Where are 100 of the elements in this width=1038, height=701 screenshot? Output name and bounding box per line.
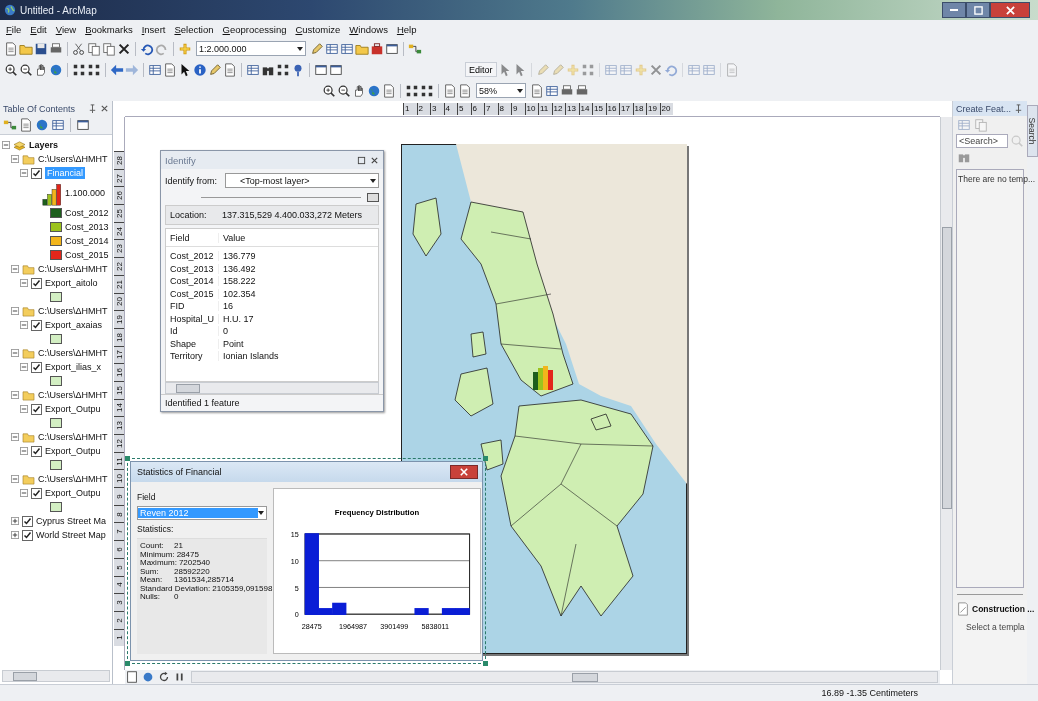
tree-label[interactable]: C:\Users\ΔΗΜΗΤ (38, 348, 108, 358)
tree-label[interactable]: Layers (29, 140, 59, 150)
resize-handle[interactable] (125, 661, 130, 666)
document-icon[interactable] (382, 83, 396, 98)
info-icon[interactable] (193, 62, 207, 77)
scrollbar[interactable] (191, 671, 938, 683)
hand-icon[interactable] (34, 62, 48, 77)
printer-icon[interactable] (49, 41, 63, 56)
squares-icon[interactable] (405, 83, 419, 98)
table-icon[interactable] (51, 118, 65, 132)
menu-item[interactable]: Edit (30, 24, 47, 36)
expand-icon[interactable] (11, 517, 19, 525)
tree-label[interactable]: C:\Users\ΔΗΜΗΤ (38, 154, 108, 164)
window-icon[interactable] (76, 118, 90, 132)
editor-menu-button[interactable]: Editor (465, 62, 497, 77)
checkbox[interactable] (31, 403, 42, 415)
copy-icon[interactable] (102, 41, 116, 56)
maximize-button[interactable] (966, 2, 990, 18)
tree-label[interactable]: Export_Outpu (45, 446, 101, 456)
collapse-icon[interactable] (11, 307, 19, 315)
connector-icon[interactable] (3, 118, 17, 132)
menu-item[interactable]: Windows (349, 24, 388, 36)
scrollbar[interactable] (2, 670, 110, 682)
squares-icon[interactable] (276, 62, 290, 77)
checkbox[interactable] (31, 361, 42, 373)
globe-icon[interactable] (35, 118, 49, 132)
printer-icon[interactable] (560, 83, 574, 98)
menu-item[interactable]: View (55, 24, 77, 36)
menu-item[interactable]: Insert (141, 24, 166, 36)
scale-dropdown[interactable]: 1:2.000.000 (196, 41, 306, 56)
window-icon[interactable] (385, 41, 399, 56)
collapse-icon[interactable] (11, 475, 19, 483)
collapse-icon[interactable] (20, 489, 28, 497)
checkbox[interactable] (22, 529, 33, 541)
globe-icon[interactable] (367, 83, 381, 98)
window-icon[interactable] (314, 62, 328, 77)
table-icon[interactable] (246, 62, 260, 77)
table-icon[interactable] (545, 83, 559, 98)
close-button[interactable] (450, 465, 478, 479)
tree-label[interactable]: C:\Users\ΔΗΜΗΤ (38, 390, 108, 400)
tree-label[interactable]: Cyprus Street Ma (36, 516, 107, 526)
checkbox[interactable] (22, 515, 33, 527)
search-field[interactable]: <Search> (956, 134, 1008, 148)
collapse-icon[interactable] (20, 279, 28, 287)
document-icon[interactable] (530, 83, 544, 98)
collapse-icon[interactable] (2, 141, 10, 149)
checkbox[interactable] (31, 277, 42, 289)
tree-label[interactable]: Export_ilias_x (45, 362, 102, 372)
left-arrow-icon[interactable] (110, 62, 124, 77)
tree-label[interactable]: C:\Users\ΔΗΜΗΤ (38, 264, 108, 274)
collapse-icon[interactable] (11, 349, 19, 357)
resize-handle[interactable] (483, 456, 488, 461)
tree-label[interactable]: Export_axaias (45, 320, 103, 330)
refresh-icon[interactable] (157, 670, 171, 684)
tree-label[interactable]: C:\Users\ΔΗΜΗΤ (38, 432, 108, 442)
globe-icon[interactable] (49, 62, 63, 77)
resize-handle[interactable] (483, 661, 488, 666)
collapse-icon[interactable] (11, 155, 19, 163)
hand-icon[interactable] (352, 83, 366, 98)
collapse-icon[interactable] (11, 391, 19, 399)
document-icon[interactable] (125, 670, 139, 684)
collapse-icon[interactable] (20, 405, 28, 413)
tree-label[interactable]: C:\Users\ΔΗΜΗΤ (38, 474, 108, 484)
zoom-out-icon[interactable] (19, 62, 33, 77)
close-icon[interactable] (100, 104, 109, 113)
table-icon[interactable] (148, 62, 162, 77)
menu-item[interactable]: Geoprocessing (222, 24, 287, 36)
printer-icon[interactable] (575, 83, 589, 98)
minimize-button[interactable] (942, 2, 966, 18)
squares-icon[interactable] (72, 62, 86, 77)
document-icon[interactable] (443, 83, 457, 98)
window-icon[interactable] (329, 62, 343, 77)
maximize-icon[interactable] (357, 155, 366, 165)
collapse-icon[interactable] (20, 363, 28, 371)
pencil-icon[interactable] (310, 41, 324, 56)
toolbox-icon[interactable] (370, 41, 384, 56)
pin-icon[interactable] (88, 104, 97, 113)
close-icon[interactable] (370, 155, 379, 165)
collapse-icon[interactable] (11, 433, 19, 441)
tree-label[interactable]: Export_aitolo (45, 278, 98, 288)
menu-item[interactable]: Help (396, 24, 417, 36)
menu-item[interactable]: Customize (295, 24, 341, 36)
squares-icon[interactable] (87, 62, 101, 77)
checkbox[interactable] (31, 445, 42, 457)
zoom-dropdown[interactable]: 58% (476, 83, 526, 98)
checkbox[interactable] (31, 319, 42, 331)
tree-label[interactable]: World Street Map (36, 530, 106, 540)
scrollbar[interactable] (940, 117, 952, 670)
checkbox[interactable] (31, 487, 42, 499)
collapse-icon[interactable] (20, 321, 28, 329)
collapse-icon[interactable] (20, 169, 28, 177)
squares-icon[interactable] (420, 83, 434, 98)
zoom-in-icon[interactable] (4, 62, 18, 77)
tree-label[interactable]: Export_Outpu (45, 488, 101, 498)
tree-label[interactable]: C:\Users\ΔΗΜΗΤ (38, 306, 108, 316)
collapse-icon[interactable] (20, 447, 28, 455)
pin-icon[interactable] (1014, 104, 1024, 113)
close-button[interactable] (990, 2, 1030, 18)
zoom-in-icon[interactable] (322, 83, 336, 98)
menu-item[interactable]: File (6, 24, 22, 36)
